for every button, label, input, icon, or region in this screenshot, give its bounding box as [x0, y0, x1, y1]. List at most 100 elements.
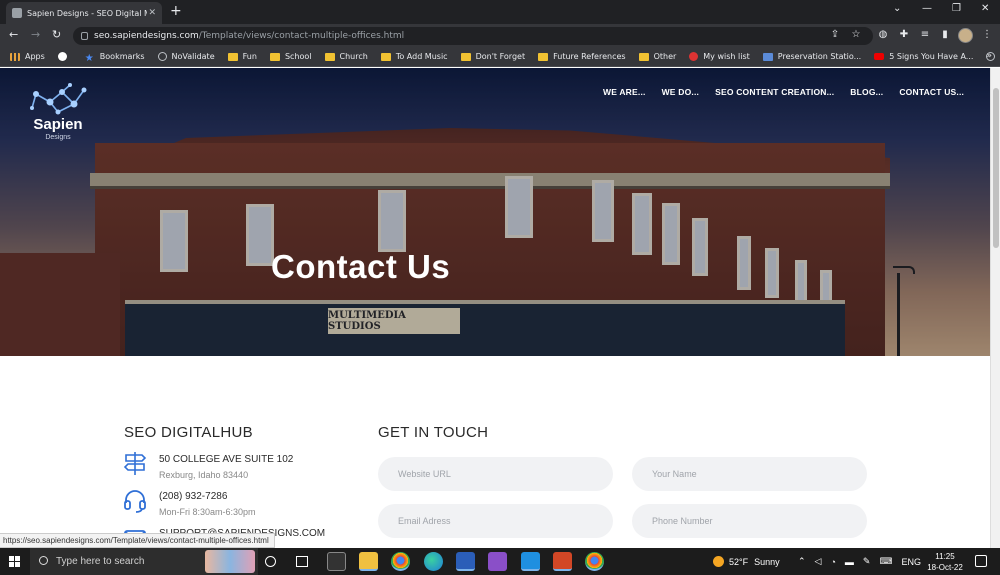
- phone-number-input[interactable]: [632, 504, 867, 538]
- bookmark-item[interactable]: Don't Forget: [460, 52, 526, 61]
- windows-taskbar: Type here to search 52°F Sunny ⌃ ◁ ◔ ▬ ✎…: [0, 548, 1000, 575]
- site-logo[interactable]: Sapien Designs: [26, 82, 90, 148]
- new-tab-button[interactable]: +: [170, 4, 182, 18]
- vscode-icon[interactable]: [521, 552, 540, 571]
- weather-widget[interactable]: 52°F Sunny: [713, 548, 780, 575]
- extensions-puzzle-icon[interactable]: ✚: [898, 29, 910, 41]
- site-icon: [762, 52, 773, 61]
- windows-start-icon[interactable]: [9, 556, 20, 567]
- file-explorer-icon[interactable]: [359, 552, 378, 571]
- language-indicator[interactable]: ENG: [901, 557, 921, 567]
- molecule-logo-icon: [30, 83, 87, 115]
- side-panel-icon[interactable]: ▮: [939, 29, 951, 41]
- site-favicon-icon: [12, 8, 22, 18]
- bookmark-star-icon[interactable]: ☆: [850, 29, 862, 41]
- chrome-profile-icon[interactable]: [585, 552, 604, 571]
- your-name-input[interactable]: [632, 457, 867, 491]
- bookmark-label: Don't Forget: [475, 52, 526, 61]
- profile-avatar[interactable]: [958, 28, 973, 43]
- page-title: Contact Us: [271, 248, 451, 285]
- bookmark-item[interactable]: 5 Signs You Have A...: [874, 52, 973, 61]
- reload-icon[interactable]: ↻: [52, 29, 61, 41]
- office-heading: SEO DIGITALHUB: [124, 424, 253, 441]
- apps-grid-icon: [10, 52, 20, 61]
- color-extension-icon[interactable]: ◍: [877, 29, 889, 41]
- keyboard-icon[interactable]: ⌨: [879, 556, 892, 567]
- bookmark-label: Church: [339, 52, 368, 61]
- bookmark-item[interactable]: Fun: [227, 52, 257, 61]
- system-tray: ⌃ ◁ ◔ ▬ ✎ ⌨ ENG: [798, 548, 921, 575]
- pen-icon[interactable]: ✎: [863, 556, 871, 567]
- maximize-icon[interactable]: ❐: [952, 3, 961, 14]
- bookmark-label: Bookmarks: [99, 52, 145, 61]
- bookmark-item[interactable]: Future References: [538, 52, 626, 61]
- bookmark-item[interactable]: To Add Music: [380, 52, 448, 61]
- minimize-icon[interactable]: —: [922, 3, 932, 14]
- close-window-icon[interactable]: ✕: [981, 3, 989, 14]
- hero-banner: MULTIMEDIA STUDIOS Sapien Designs WE ARE…: [0, 68, 990, 356]
- logo-subtitle: Designs: [45, 134, 71, 141]
- folder-icon: [227, 52, 238, 61]
- nav-we-are[interactable]: WE ARE...: [603, 87, 646, 97]
- battery-icon[interactable]: ▬: [845, 557, 854, 567]
- nav-seo-content-creation[interactable]: SEO CONTENT CREATION...: [715, 87, 834, 97]
- office-phone[interactable]: (208) 932-7286: [159, 491, 227, 502]
- folder-icon: [638, 52, 649, 61]
- website-url-input[interactable]: [378, 457, 613, 491]
- globe-icon: [157, 52, 167, 61]
- word-icon[interactable]: [456, 552, 475, 571]
- weather-condition: Sunny: [754, 556, 780, 567]
- terminal-app-icon[interactable]: [327, 552, 346, 571]
- task-view-icon[interactable]: [296, 556, 308, 567]
- scrollbar-thumb[interactable]: [993, 88, 999, 248]
- visual-studio-icon[interactable]: [488, 552, 507, 571]
- address-bar[interactable]: seo.sapiendesigns.com /Template/views/co…: [73, 27, 873, 45]
- bookmark-item[interactable]: NoValidate: [157, 52, 215, 61]
- tab-title: Sapien Designs - SEO Digital Ma...: [27, 8, 147, 18]
- tab-close-icon[interactable]: ✕: [148, 8, 156, 18]
- bookmark-item[interactable]: [57, 52, 72, 61]
- headset-icon: [124, 490, 146, 513]
- star-icon: ★: [84, 52, 94, 64]
- chrome-icon[interactable]: [391, 552, 410, 571]
- browser-tab[interactable]: Sapien Designs - SEO Digital Ma... ✕: [6, 2, 162, 24]
- nav-contact-us[interactable]: CONTACT US...: [899, 87, 964, 97]
- bookmarks-overflow-icon[interactable]: »: [986, 51, 992, 61]
- bookmarks-bar: Apps ★ Bookmarks NoValidate Fun School Church T…: [0, 47, 1000, 67]
- bookmark-item[interactable]: Church: [324, 52, 368, 61]
- bookmark-item[interactable]: My wish list: [689, 52, 750, 61]
- cortana-icon[interactable]: [265, 556, 276, 567]
- bookmark-label: School: [284, 52, 312, 61]
- bookmark-item[interactable]: Apps: [10, 52, 45, 61]
- folder-icon: [324, 52, 335, 61]
- share-icon[interactable]: ⇪: [829, 29, 841, 41]
- main-nav: WE ARE... WE DO... SEO CONTENT CREATION.…: [603, 87, 964, 97]
- network-icon[interactable]: ◔: [830, 557, 835, 567]
- media-control-icon[interactable]: ≡: [919, 29, 931, 41]
- bookmark-item[interactable]: Other: [638, 52, 676, 61]
- page-viewport: MULTIMEDIA STUDIOS Sapien Designs WE ARE…: [0, 68, 990, 548]
- bookmark-item[interactable]: ★ Bookmarks: [84, 52, 145, 64]
- clock-time: 11:25: [935, 552, 955, 561]
- logo-wordmark: Sapien: [33, 116, 83, 133]
- browser-menu-icon[interactable]: ⋮: [981, 29, 993, 41]
- notification-center-icon[interactable]: [975, 555, 987, 567]
- edge-icon[interactable]: [424, 552, 443, 571]
- nav-we-do[interactable]: WE DO...: [662, 87, 700, 97]
- bookmark-item[interactable]: Preservation Statio...: [762, 52, 861, 61]
- github-icon: [57, 52, 67, 61]
- email-input[interactable]: [378, 504, 613, 538]
- system-clock[interactable]: 11:25 18-Oct-22: [922, 551, 968, 573]
- folder-icon: [460, 52, 471, 61]
- bookmark-label: Apps: [25, 52, 45, 61]
- bookmark-item[interactable]: School: [269, 52, 312, 61]
- tab-search-chevron-icon[interactable]: ⌄: [893, 3, 901, 14]
- back-icon[interactable]: ←: [9, 29, 18, 41]
- nav-blog[interactable]: BLOG...: [850, 87, 883, 97]
- page-scrollbar[interactable]: [990, 68, 1000, 548]
- tray-overflow-chevron-icon[interactable]: ⌃: [798, 556, 806, 567]
- forward-icon[interactable]: →: [31, 29, 40, 41]
- volume-icon[interactable]: ◁: [815, 556, 822, 567]
- search-highlight-illustration: [205, 550, 255, 573]
- powerpoint-icon[interactable]: [553, 552, 572, 571]
